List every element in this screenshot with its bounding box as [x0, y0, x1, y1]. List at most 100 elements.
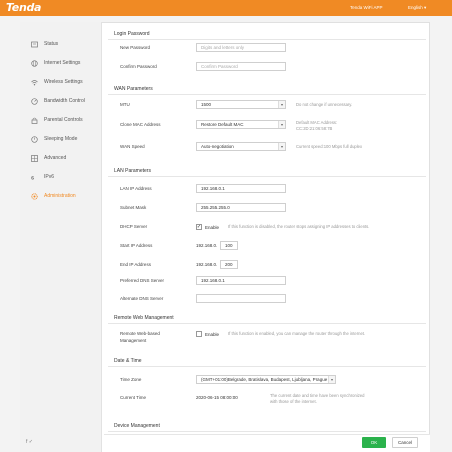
start-ip-field[interactable]: 100	[220, 241, 238, 250]
wan-speed-select[interactable]: Auto-negotiation ▾	[196, 142, 286, 151]
administration-panel: Login Password New Password Digits and l…	[104, 22, 430, 452]
current-time-value: 2020-06-15 08:00:00	[196, 395, 238, 400]
chevron-down-icon: ▾	[328, 376, 335, 383]
lock-icon	[31, 117, 38, 124]
section-title-wan-parameters: WAN Parameters	[114, 86, 153, 92]
subnet-mask-label: Subnet Mask	[120, 205, 147, 210]
lan-ip-field[interactable]: 192.168.0.1	[196, 184, 286, 193]
checkmark-icon: ✓	[196, 223, 202, 230]
sidebar-item-label: Status	[44, 41, 59, 47]
chevron-down-icon: ▾	[278, 121, 285, 128]
default-mac-value: CC:2D:21:06:58:7B	[296, 126, 333, 131]
chevron-down-icon: ▾	[278, 101, 285, 108]
clone-mac-value: Restore Default MAC	[201, 122, 244, 127]
start-ip-label: Start IP Address	[120, 243, 153, 248]
sidebar-item-parental-controls[interactable]: Parental Controls	[20, 110, 102, 130]
remote-enable-label: Enable	[205, 331, 220, 337]
social-links[interactable]: f ✓	[26, 439, 33, 445]
divider	[108, 39, 426, 40]
section-title-remote-web-management: Remote Web Management	[114, 315, 174, 321]
tenda-wifi-app-link[interactable]: Tenda WiFi APP	[350, 4, 383, 12]
dhcp-enable-label: Enable	[205, 224, 220, 230]
sidebar-item-ipv6[interactable]: 6 IPv6	[20, 167, 102, 187]
current-time-label: Current Time	[120, 395, 147, 400]
wan-speed-value: Auto-negotiation	[201, 144, 234, 149]
divider	[108, 94, 426, 95]
divider	[108, 366, 426, 367]
clone-mac-select[interactable]: Restore Default MAC ▾	[196, 120, 286, 129]
mtu-hint: Do not change if unnecessary.	[296, 102, 353, 107]
ok-button[interactable]: OK	[362, 437, 386, 448]
section-title-date-time: Date & Time	[114, 358, 142, 364]
mtu-value: 1500	[201, 102, 212, 107]
power-icon	[31, 135, 38, 143]
alternate-dns-field[interactable]	[196, 294, 286, 303]
ipv6-icon: 6	[31, 174, 38, 181]
svg-text:6: 6	[31, 175, 34, 181]
sidebar-item-label: Advanced	[44, 155, 67, 161]
time-sync-hint-line2: with those of the internet.	[270, 399, 317, 404]
alternate-dns-label: Alternate DNS Server	[120, 296, 164, 301]
sidebar-item-sleeping-mode[interactable]: Sleeping Mode	[20, 129, 102, 149]
sidebar-item-internet-settings[interactable]: Internet Settings	[20, 53, 102, 73]
start-ip-prefix: 192.168.0.	[196, 243, 218, 248]
preferred-dns-label: Preferred DNS Server	[120, 278, 165, 283]
wan-speed-hint: Current speed:100 Mbps full duplex	[296, 144, 363, 149]
divider	[108, 176, 426, 177]
sidebar-item-label: Internet Settings	[44, 60, 81, 66]
new-password-label: New Password	[120, 45, 151, 50]
sidebar-item-status[interactable]: Status	[20, 34, 102, 54]
status-icon	[31, 41, 38, 48]
time-zone-value: (GMT+01:00)Belgrade, Bratislava, Budapes…	[201, 377, 328, 382]
sidebar-item-label: Parental Controls	[44, 117, 83, 123]
dhcp-hint: If this function is disabled, the router…	[228, 224, 370, 229]
remote-hint: If this function is enabled, you can man…	[228, 331, 366, 336]
sidebar-item-label: Sleeping Mode	[44, 136, 78, 142]
remote-management-label-line1: Remote Web-based	[120, 331, 160, 336]
clone-mac-label: Clone MAC Address	[120, 122, 161, 127]
sidebar: Status Internet Settings Wireless Settin…	[20, 22, 102, 452]
dhcp-enable-checkbox[interactable]: ✓ Enable	[196, 224, 219, 230]
wifi-icon	[31, 79, 38, 86]
time-zone-label: Time Zone	[120, 377, 142, 382]
sidebar-item-label: Administration	[44, 193, 76, 199]
mtu-label: MTU	[120, 102, 130, 107]
sidebar-item-label: Bandwidth Control	[44, 98, 85, 104]
sidebar-item-label: IPv6	[44, 174, 55, 180]
new-password-field[interactable]: Digits and letters only	[196, 43, 286, 52]
top-bar: Tenda Tenda WiFi APP English ▾	[0, 0, 452, 16]
sidebar-item-bandwidth-control[interactable]: Bandwidth Control	[20, 91, 102, 111]
dhcp-server-label: DHCP Server	[120, 224, 148, 229]
language-selector[interactable]: English ▾	[408, 4, 426, 12]
grid-icon	[31, 154, 38, 162]
sidebar-item-label: Wireless Settings	[44, 79, 83, 85]
divider	[108, 431, 426, 432]
chevron-down-icon: ▾	[278, 143, 285, 150]
remote-management-label-line2: Management	[120, 338, 147, 343]
time-zone-select[interactable]: (GMT+01:00)Belgrade, Bratislava, Budapes…	[196, 375, 336, 384]
section-title-lan-parameters: LAN Parameters	[114, 168, 151, 174]
mtu-select[interactable]: 1500 ▾	[196, 100, 286, 109]
gauge-icon	[31, 97, 38, 105]
cancel-button[interactable]: Cancel	[392, 437, 418, 448]
sidebar-item-advanced[interactable]: Advanced	[20, 148, 102, 168]
end-ip-label: End IP Address	[120, 262, 151, 267]
remote-enable-checkbox[interactable]: Enable	[196, 331, 219, 337]
checkbox-empty-icon	[196, 331, 202, 337]
confirm-password-label: Confirm Password	[120, 64, 157, 69]
section-title-device-management: Device Management	[114, 423, 160, 429]
lan-ip-label: LAN IP Address	[120, 186, 152, 191]
wan-speed-label: WAN Speed	[120, 144, 145, 149]
globe-icon	[31, 59, 38, 67]
tenda-logo: Tenda	[6, 1, 42, 14]
preferred-dns-field[interactable]: 192.168.0.1	[196, 276, 286, 285]
sidebar-item-wireless-settings[interactable]: Wireless Settings	[20, 72, 102, 92]
section-title-login-password: Login Password	[114, 31, 150, 37]
confirm-password-field[interactable]: Confirm Password	[196, 62, 286, 71]
end-ip-prefix: 192.168.0.	[196, 262, 218, 267]
end-ip-field[interactable]: 200	[220, 260, 238, 269]
subnet-mask-field[interactable]: 255.255.255.0	[196, 203, 286, 212]
gear-icon	[31, 192, 38, 200]
divider	[108, 323, 426, 324]
sidebar-item-administration[interactable]: Administration	[20, 186, 102, 206]
